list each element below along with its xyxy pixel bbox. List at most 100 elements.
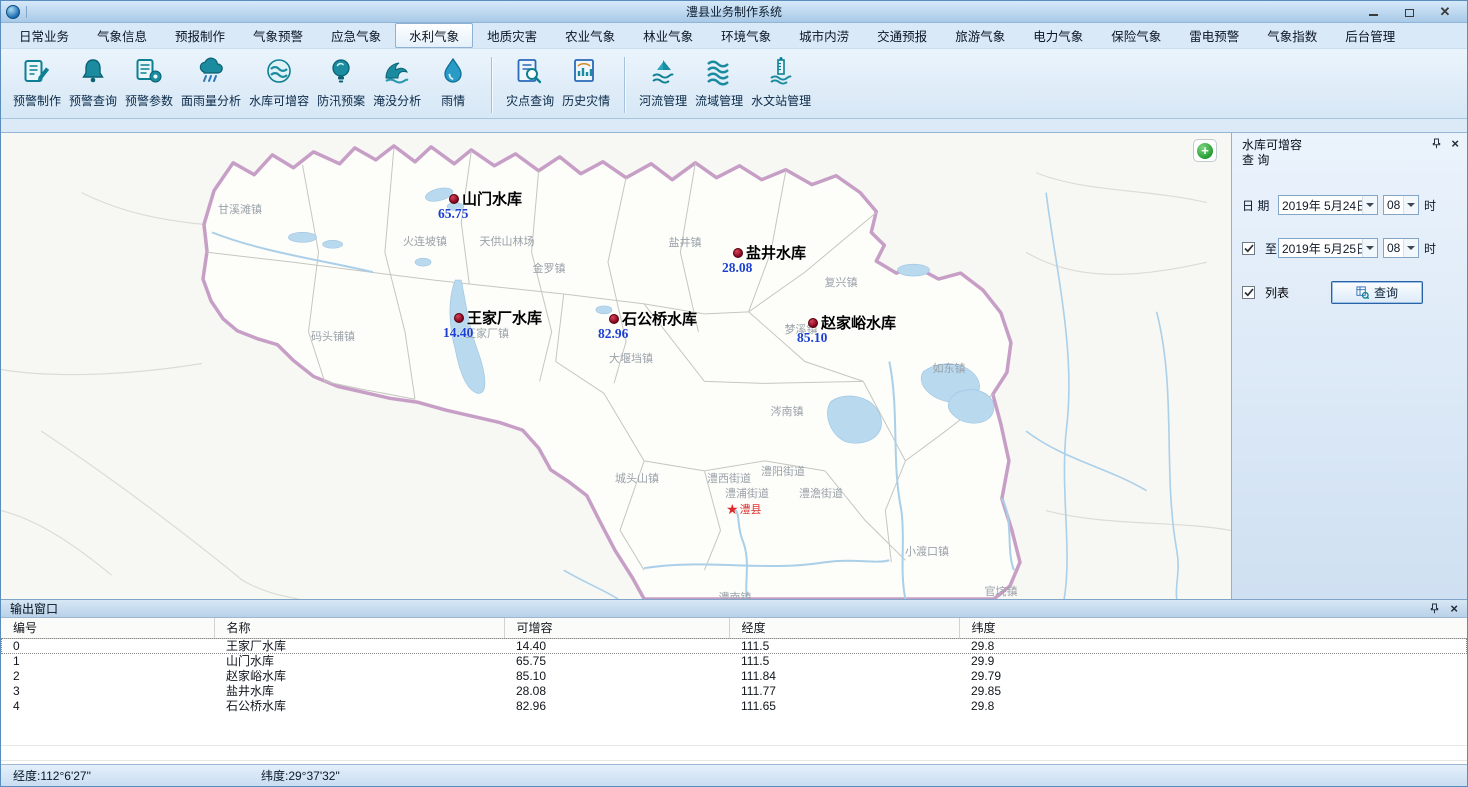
menu-item-9[interactable]: 林业气象 [629,23,707,48]
basin-manage-icon [704,56,734,86]
toolbar-button-basin-manage[interactable]: 流域管理 [691,56,747,109]
toolbar-button-label: 水库可增容 [249,92,309,109]
reservoir-name: 赵家峪水库 [821,312,896,333]
menu-item-16[interactable]: 雷电预警 [1175,23,1253,48]
toolbar-button-submerge-analysis[interactable]: 淹没分析 [369,56,425,109]
list-checkbox[interactable] [1242,286,1255,299]
toolbar-button-label: 历史灾情 [562,92,610,109]
town-label: 大堰垱镇 [609,350,653,366]
end-hour-select[interactable]: 08 [1383,238,1419,258]
table-row[interactable]: 3盐井水库28.08111.7729.85 [1,684,1467,699]
menu-item-10[interactable]: 环境气象 [707,23,785,48]
town-label: 金罗镇 [533,260,566,276]
pin-icon[interactable] [1431,138,1442,149]
menu-item-13[interactable]: 旅游气象 [941,23,1019,48]
menu-item-8[interactable]: 农业气象 [551,23,629,48]
to-date-checkbox[interactable] [1242,242,1255,255]
column-header[interactable]: 可增容 [504,618,729,638]
map-zoom-button[interactable]: + [1193,139,1217,162]
table-cell: 29.79 [959,669,1467,684]
toolbar-button-flood-plan[interactable]: 防汛预案 [313,56,369,109]
toolbar-button-alert-search[interactable]: 预警查询 [65,56,121,109]
chevron-down-icon[interactable] [1362,196,1377,214]
reservoir-dot-icon [609,314,619,324]
table-cell: 29.8 [959,638,1467,654]
toolbar-button-rain-analysis[interactable]: 面雨量分析 [177,56,245,109]
chevron-down-icon[interactable] [1403,239,1418,257]
menu-item-4[interactable]: 气象预警 [239,23,317,48]
chevron-down-icon[interactable] [1403,196,1418,214]
maximize-button[interactable] [1403,6,1415,18]
town-label: 码头铺镇 [311,328,355,344]
end-hour-value: 08 [1384,241,1403,255]
minimize-button[interactable] [1367,6,1379,18]
menu-item-7[interactable]: 地质灾害 [473,23,551,48]
toolbar-button-rain-info[interactable]: 雨情 [425,56,481,109]
toolbar-button-label: 防汛预案 [317,92,365,109]
toolbar-button-reservoir-capacity[interactable]: 水库可增容 [245,56,313,109]
start-hour-select[interactable]: 08 [1383,195,1419,215]
query-button-label: 查询 [1374,284,1398,301]
toolbar-separator [491,57,492,113]
column-header[interactable]: 经度 [729,618,959,638]
start-hour-value: 08 [1384,198,1403,212]
start-date-row: 日 期 2019年 5月24日 08 时 [1242,195,1461,215]
menu-item-17[interactable]: 气象指数 [1253,23,1331,48]
toolbar-button-hydro-station[interactable]: 水文站管理 [747,56,815,109]
start-date-select[interactable]: 2019年 5月24日 [1278,195,1378,215]
menu-item-12[interactable]: 交通预报 [863,23,941,48]
chevron-down-icon[interactable] [1362,239,1377,257]
pin-icon[interactable] [1429,603,1440,614]
hydro-station-icon [766,56,796,86]
menu-item-14[interactable]: 电力气象 [1019,23,1097,48]
close-icon: ✕ [1440,6,1451,18]
toolbar-button-river-manage[interactable]: 河流管理 [635,56,691,109]
close-button[interactable]: ✕ [1439,6,1451,18]
menu-item-2[interactable]: 气象信息 [83,23,161,48]
map-canvas[interactable]: 甘溪滩镇火连坡镇天供山林场金罗镇盐井镇复兴镇码头铺镇王家厂镇梦溪镇大堰垱镇涔南镇… [1,132,1231,599]
table-cell: 29.8 [959,699,1467,714]
town-label: 如东镇 [933,360,966,376]
menu-item-11[interactable]: 城市内涝 [785,23,863,48]
table-cell: 4 [1,699,214,714]
hour-suffix: 时 [1424,240,1436,257]
table-row[interactable]: 2赵家峪水库85.10111.8429.79 [1,669,1467,684]
toolbar-button-alert-edit[interactable]: 预警制作 [9,56,65,109]
menu-item-15[interactable]: 保险气象 [1097,23,1175,48]
minimize-icon [1369,14,1378,16]
to-label: 至 [1265,240,1278,257]
table-cell: 29.9 [959,654,1467,669]
reservoir-name: 王家厂水库 [467,307,542,328]
toolbar-button-disaster-history[interactable]: 历史灾情 [558,56,614,109]
maximize-icon [1405,9,1414,17]
menu-item-5[interactable]: 应急气象 [317,23,395,48]
reservoir-capacity-value: 65.75 [438,206,468,222]
menu-item-18[interactable]: 后台管理 [1331,23,1409,48]
toolbar-button-alert-params[interactable]: 预警参数 [121,56,177,109]
toolbar-button-label: 河流管理 [639,92,687,109]
menu-item-1[interactable]: 日常业务 [5,23,83,48]
grid-line [1,745,1467,746]
menu-item-3[interactable]: 预报制作 [161,23,239,48]
menu-item-6[interactable]: 水利气象 [395,23,473,48]
table-row[interactable]: 1山门水库65.75111.529.9 [1,654,1467,669]
reservoir-dot-icon [454,313,464,323]
river-manage-icon [648,56,678,86]
panel-title-line1: 水库可增容 [1242,138,1459,153]
toolbar-button-label: 淹没分析 [373,92,421,109]
panel-close-icon[interactable]: × [1451,138,1459,149]
table-cell: 111.5 [729,638,959,654]
column-header[interactable]: 纬度 [959,618,1467,638]
column-header[interactable]: 名称 [214,618,504,638]
output-close-icon[interactable]: × [1450,603,1458,614]
reservoir-dot-icon [449,194,459,204]
window-controls: ✕ [1367,6,1467,18]
table-row[interactable]: 0王家厂水库14.40111.529.8 [1,638,1467,654]
table-cell: 山门水库 [214,654,504,669]
query-button[interactable]: 查询 [1331,281,1423,304]
end-date-select[interactable]: 2019年 5月25日 [1278,238,1378,258]
submerge-analysis-icon [382,56,412,86]
table-row[interactable]: 4石公桥水库82.96111.6529.8 [1,699,1467,714]
column-header[interactable]: 编号 [1,618,214,638]
toolbar-button-disaster-search[interactable]: 灾点查询 [502,56,558,109]
